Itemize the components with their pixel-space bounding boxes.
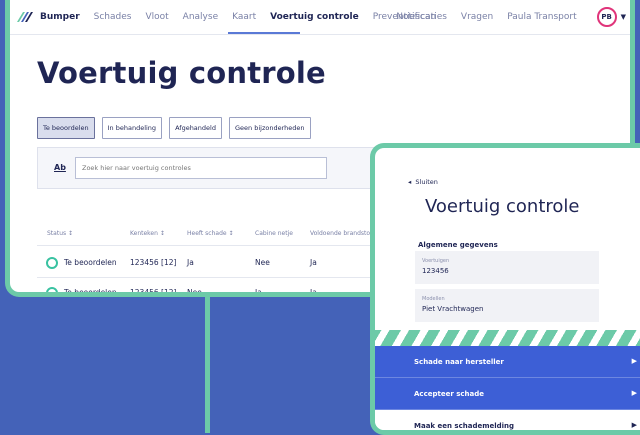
field-voertuigen: Voertuigen 123456	[415, 251, 599, 284]
column-heeft-schade[interactable]: Heeft schade ↕	[187, 230, 234, 237]
row-kenteken: 123456 [12]	[130, 258, 177, 267]
chevron-right-icon: ▶	[631, 421, 637, 429]
accepteer-schade-button[interactable]: Accepteer schade ▶	[375, 378, 640, 410]
nav-vloot[interactable]: Vloot	[145, 12, 168, 22]
row-status: Te beoordelen	[64, 288, 117, 297]
brand-logo[interactable]: Bumper	[16, 8, 80, 26]
row-cabine-netje: Nee	[255, 258, 270, 267]
sort-icon[interactable]: ↕	[68, 230, 73, 237]
row-status: Te beoordelen	[64, 258, 117, 267]
page-title: Voertuig controle	[37, 56, 326, 90]
column-voldoende-brandstof[interactable]: Voldoende brandstof ↕	[310, 230, 379, 237]
status-circle-icon	[46, 287, 58, 292]
detail-panel: ◂ Sluiten Voertuig controle Algemene geg…	[370, 143, 640, 435]
chevron-left-icon: ◂	[408, 178, 412, 186]
nav-analyse[interactable]: Analyse	[183, 12, 218, 22]
schade-naar-hersteller-button[interactable]: Schade naar hersteller ▶	[375, 346, 640, 378]
avatar[interactable]: PB	[596, 7, 617, 27]
search-input[interactable]	[75, 157, 327, 179]
column-cabine-netje: Cabine netje	[255, 230, 293, 237]
detail-title: Voertuig controle	[425, 196, 580, 217]
chevron-right-icon: ▶	[631, 389, 637, 397]
action-label: Maak een schademelding	[414, 422, 515, 430]
row-cabine-netje: Ja	[255, 288, 262, 297]
field-label: Modellen	[422, 296, 445, 302]
nav-right-group: Notificaties Vragen Paula Transport PB ▼	[396, 0, 626, 34]
text-search-icon: Ab	[54, 163, 66, 172]
action-label: Accepteer schade	[414, 390, 484, 398]
bumper-logo-icon	[17, 12, 33, 22]
close-link[interactable]: ◂ Sluiten	[408, 178, 438, 186]
action-label: Schade naar hersteller	[414, 358, 504, 366]
section-title: Algemene gegevens	[418, 241, 498, 249]
row-voldoende-brandstof: Ja	[310, 258, 317, 267]
divider-stripes	[375, 330, 640, 346]
status-circle-icon	[46, 257, 58, 269]
row-voldoende-brandstof: Ja	[310, 288, 317, 297]
maak-schademelding-button[interactable]: Maak een schademelding ▶	[375, 410, 640, 430]
nav-notificaties[interactable]: Notificaties	[396, 12, 447, 22]
row-heeft-schade: Ja	[187, 258, 194, 267]
filter-afgehandeld[interactable]: Afgehandeld	[169, 117, 222, 139]
field-modellen: Modellen Piet Vrachtwagen	[415, 289, 599, 322]
nav-account-name[interactable]: Paula Transport	[507, 12, 576, 22]
status-filters: Te beoordelen In behandeling Afgehandeld…	[37, 117, 318, 139]
nav-schades[interactable]: Schades	[94, 12, 132, 22]
row-heeft-schade: Nee	[187, 288, 202, 297]
filter-geen-bijzonderheden[interactable]: Geen bijzonderheden	[228, 117, 311, 139]
field-value: 123456	[422, 267, 449, 275]
connector-line	[205, 297, 210, 433]
field-value: Piet Vrachtwagen	[422, 305, 484, 313]
column-kenteken[interactable]: Kenteken ↕	[130, 230, 165, 237]
top-navigation: Bumper Schades Vloot Analyse Kaart Voert…	[10, 0, 630, 35]
sort-icon[interactable]: ↕	[160, 230, 165, 237]
sort-icon[interactable]: ↕	[229, 230, 234, 237]
filter-in-behandeling[interactable]: In behandeling	[101, 117, 163, 139]
nav-voertuig-controle[interactable]: Voertuig controle	[270, 12, 359, 22]
nav-kaart[interactable]: Kaart	[232, 12, 256, 22]
chevron-right-icon: ▶	[631, 357, 637, 365]
chevron-down-icon[interactable]: ▼	[621, 13, 626, 21]
field-label: Voertuigen	[422, 258, 450, 264]
column-status[interactable]: Status ↕	[47, 230, 73, 237]
row-kenteken: 123456 [12]	[130, 288, 177, 297]
active-nav-indicator	[228, 32, 300, 34]
brand-name: Bumper	[40, 12, 80, 22]
filter-te-beoordelen[interactable]: Te beoordelen	[37, 117, 95, 139]
nav-vragen[interactable]: Vragen	[461, 12, 493, 22]
